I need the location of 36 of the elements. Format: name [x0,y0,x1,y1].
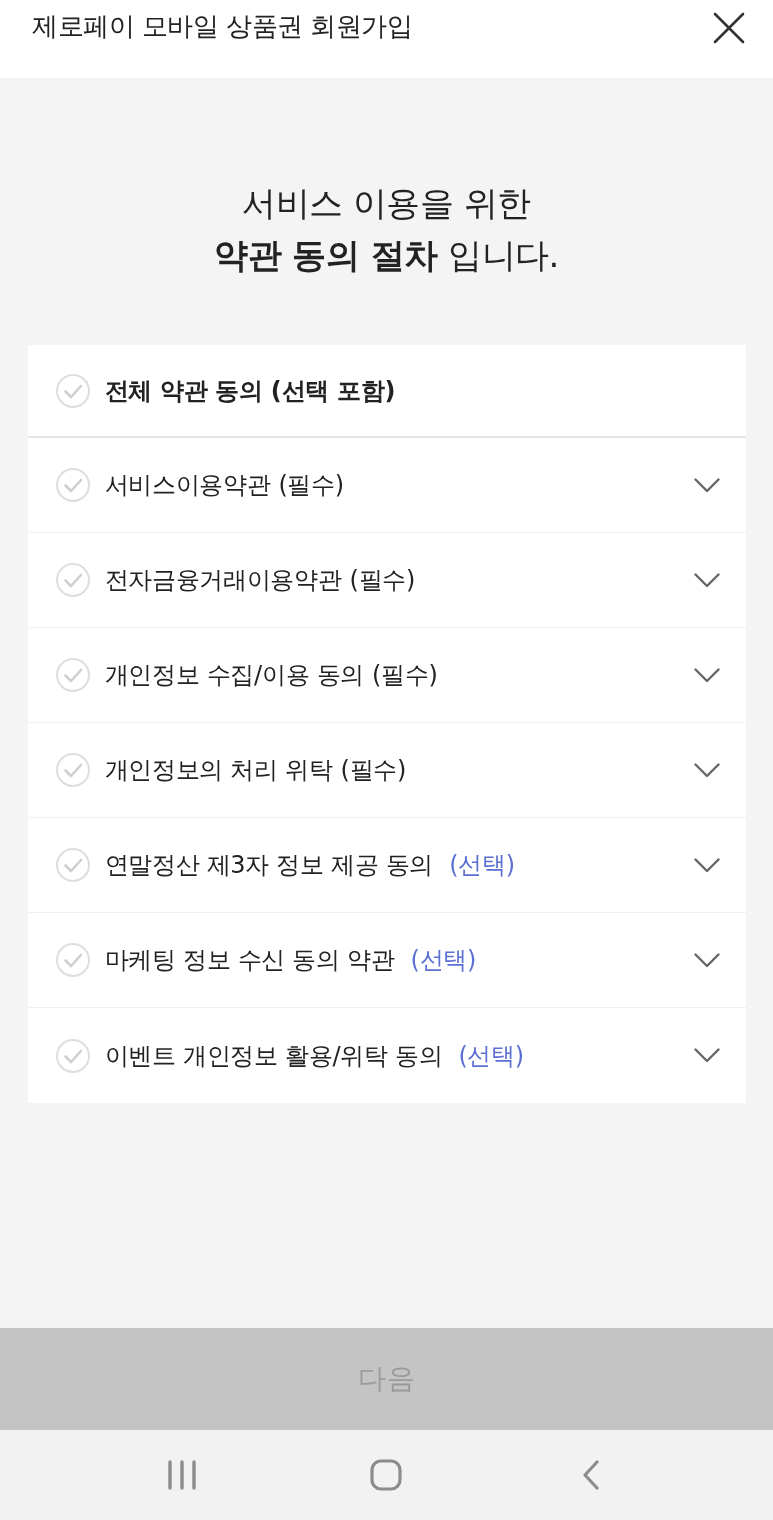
check-circle-icon[interactable] [55,563,90,597]
required-tag: (필수) [340,754,406,786]
optional-tag: (선택) [449,849,515,881]
terms-title: 마케팅 정보 수신 동의 약관 [104,945,395,976]
check-circle-icon[interactable] [55,753,90,787]
chevron-icon[interactable] [693,477,720,493]
check-circle-icon[interactable] [55,658,90,692]
back-icon[interactable] [581,1460,600,1490]
required-tag: (필수) [371,659,438,691]
chevron-icon[interactable] [693,952,720,968]
terms-title: 개인정보 수집/이용 동의 [104,660,364,691]
check-circle-icon[interactable] [55,468,90,502]
chevron-icon[interactable] [693,667,720,683]
required-tag: (필수) [349,564,416,596]
terms-title: 전자금융거래이용약관 [104,565,342,596]
agree-all-label: 전체 약관 동의 (선택 포함) [104,375,396,407]
check-circle-icon[interactable] [55,1038,90,1073]
home-icon[interactable] [370,1459,403,1491]
terms-title: 이벤트 개인정보 활용/위탁 동의 [104,1040,443,1072]
chevron-icon[interactable] [693,857,720,873]
terms-title: 연말정산 제3자 정보 제공 동의 [104,850,434,881]
check-circle-icon[interactable] [55,943,90,977]
optional-tag: (선택) [410,944,477,976]
check-circle-icon[interactable] [55,373,90,408]
recent-apps-icon[interactable] [167,1460,198,1490]
close-icon [713,12,745,44]
required-tag: (필수) [278,469,344,501]
chevron-icon[interactable] [693,1048,720,1063]
optional-tag: (선택) [458,1039,524,1072]
check-circle-icon[interactable] [55,848,90,882]
chevron-icon[interactable] [693,762,720,778]
terms-title: 서비스이용약관 [104,470,271,501]
page-title: 제로페이 모바일 상품권 회원가입 [32,10,413,43]
chevron-icon[interactable] [693,572,720,588]
intro-heading: 서비스 이용을 위한 약관 동의 절차 입니다. [214,182,559,277]
terms-title: 개인정보의 처리 위탁 [104,755,333,786]
